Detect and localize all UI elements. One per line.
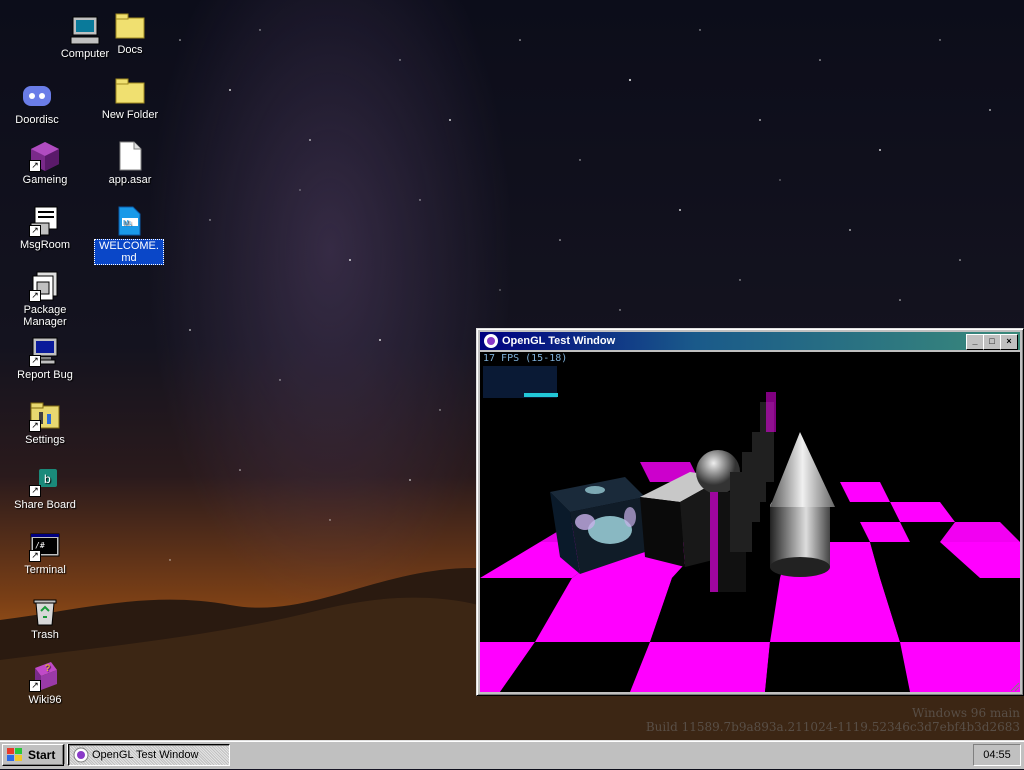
desktop-icon-label: New Folder [101,109,159,121]
taskbar: Start OpenGL Test Window 04:55 [0,740,1024,769]
file-icon [114,140,146,172]
desktop-icon-label: Trash [31,629,59,641]
desktop-icon-report-bug[interactable]: ↗ Report Bug [6,335,84,381]
start-button[interactable]: Start [2,744,64,766]
chat-icon: ↗ [29,205,61,237]
desktop-icon-label: Package Manager [23,304,67,328]
discord-icon [21,80,53,112]
desktop-icon-package-manager[interactable]: ↗ Package Manager [6,270,84,328]
watermark-edition: Windows 96 main [911,706,1020,720]
desktop-icon-welcome-md[interactable]: M↓ WELCOME.md [91,205,167,265]
shortcut-arrow-icon: ↗ [29,680,41,692]
desktop-icon-label: Gameing [22,174,68,186]
desktop-icon-label: Report Bug [17,369,73,381]
desktop-icon-label: MsgRoom [19,239,71,251]
fps-graph-bar [524,393,558,397]
desktop-icon-label: Doordisc [15,114,59,126]
desktop-icon-label: Settings [25,434,65,446]
app-icon [483,333,499,349]
build-watermark: Windows 96 main Build 11589.7b9a893a.211… [646,706,1020,734]
terminal-icon: /# ↗ [29,530,61,562]
share-icon: b ↗ [29,465,61,497]
package-icon: ↗ [29,270,61,302]
settings-folder-icon: ↗ [29,400,61,432]
desktop-icon-share-board[interactable]: b ↗ Share Board [6,465,84,511]
taskbar-item-label: OpenGL Test Window [92,749,199,761]
book-icon: ? ↗ [29,660,61,692]
window-titlebar[interactable]: OpenGL Test Window _ □ × [480,332,1020,350]
trash-icon [29,595,61,627]
desktop-icon-settings[interactable]: ↗ Settings [6,400,84,446]
svg-text:M↓: M↓ [123,220,132,227]
shortcut-arrow-icon: ↗ [29,485,41,497]
desktop-icon-app-asar[interactable]: app.asar [91,140,169,186]
shortcut-arrow-icon: ↗ [29,160,41,172]
desktop-icon-docs[interactable]: Docs [91,10,169,56]
desktop-icon-label: Wiki96 [28,694,62,706]
desktop-icon-msgroom[interactable]: ↗ MsgRoom [6,205,84,251]
cube-icon: ↗ [29,140,61,172]
taskbar-item-opengl-test-window[interactable]: OpenGL Test Window [68,744,230,766]
desktop-icon-label: Terminal [24,564,66,576]
watermark-build: Build 11589.7b9a893a.211024-1119.52346c3… [645,720,1020,734]
desktop-icon-label: Docs [117,44,143,56]
start-logo-icon [7,748,23,762]
desktop-icon-wiki96[interactable]: ? ↗ Wiki96 [6,660,84,706]
opengl-viewport[interactable]: 17 FPS (15-18) [480,352,1020,692]
desktop-icon-trash[interactable]: Trash [6,595,84,641]
folder-icon [114,75,146,107]
desktop-icon-label: app.asar [108,174,152,186]
shortcut-arrow-icon: ↗ [29,355,41,367]
desktop-icon-doordisc[interactable]: Doordisc [0,80,76,126]
desktop-icon-terminal[interactable]: /# ↗ Terminal [6,530,84,576]
resize-grip-icon[interactable] [1008,680,1020,692]
taskbar-clock[interactable]: 04:55 [973,744,1021,766]
svg-text:/#: /# [35,541,45,550]
3d-scene [480,392,1020,692]
fps-counter: 17 FPS (15-18) [483,353,568,364]
start-label: Start [28,748,56,762]
desktop-icon-new-folder[interactable]: New Folder [91,75,169,121]
maximize-button[interactable]: □ [983,334,1001,350]
shortcut-arrow-icon: ↗ [29,290,41,302]
opengl-test-window[interactable]: OpenGL Test Window _ □ × 17 FPS (15-18) [476,328,1024,696]
desktop-icon-label: WELCOME.md [94,239,164,265]
desktop-icon-label: Share Board [14,499,76,511]
minimize-button[interactable]: _ [966,334,984,350]
shortcut-arrow-icon: ↗ [29,225,41,237]
svg-text:b: b [44,472,51,486]
shortcut-arrow-icon: ↗ [29,420,41,432]
svg-text:?: ? [45,663,50,673]
shortcut-arrow-icon: ↗ [29,550,41,562]
cone [770,432,835,507]
desktop-icon-gameing[interactable]: ↗ Gameing [6,140,84,186]
monitor-icon: ↗ [29,335,61,367]
close-button[interactable]: × [1000,334,1018,350]
window-title: OpenGL Test Window [502,335,616,347]
folder-icon [114,10,146,42]
app-icon [73,747,89,763]
markdown-file-icon: M↓ [113,205,145,237]
